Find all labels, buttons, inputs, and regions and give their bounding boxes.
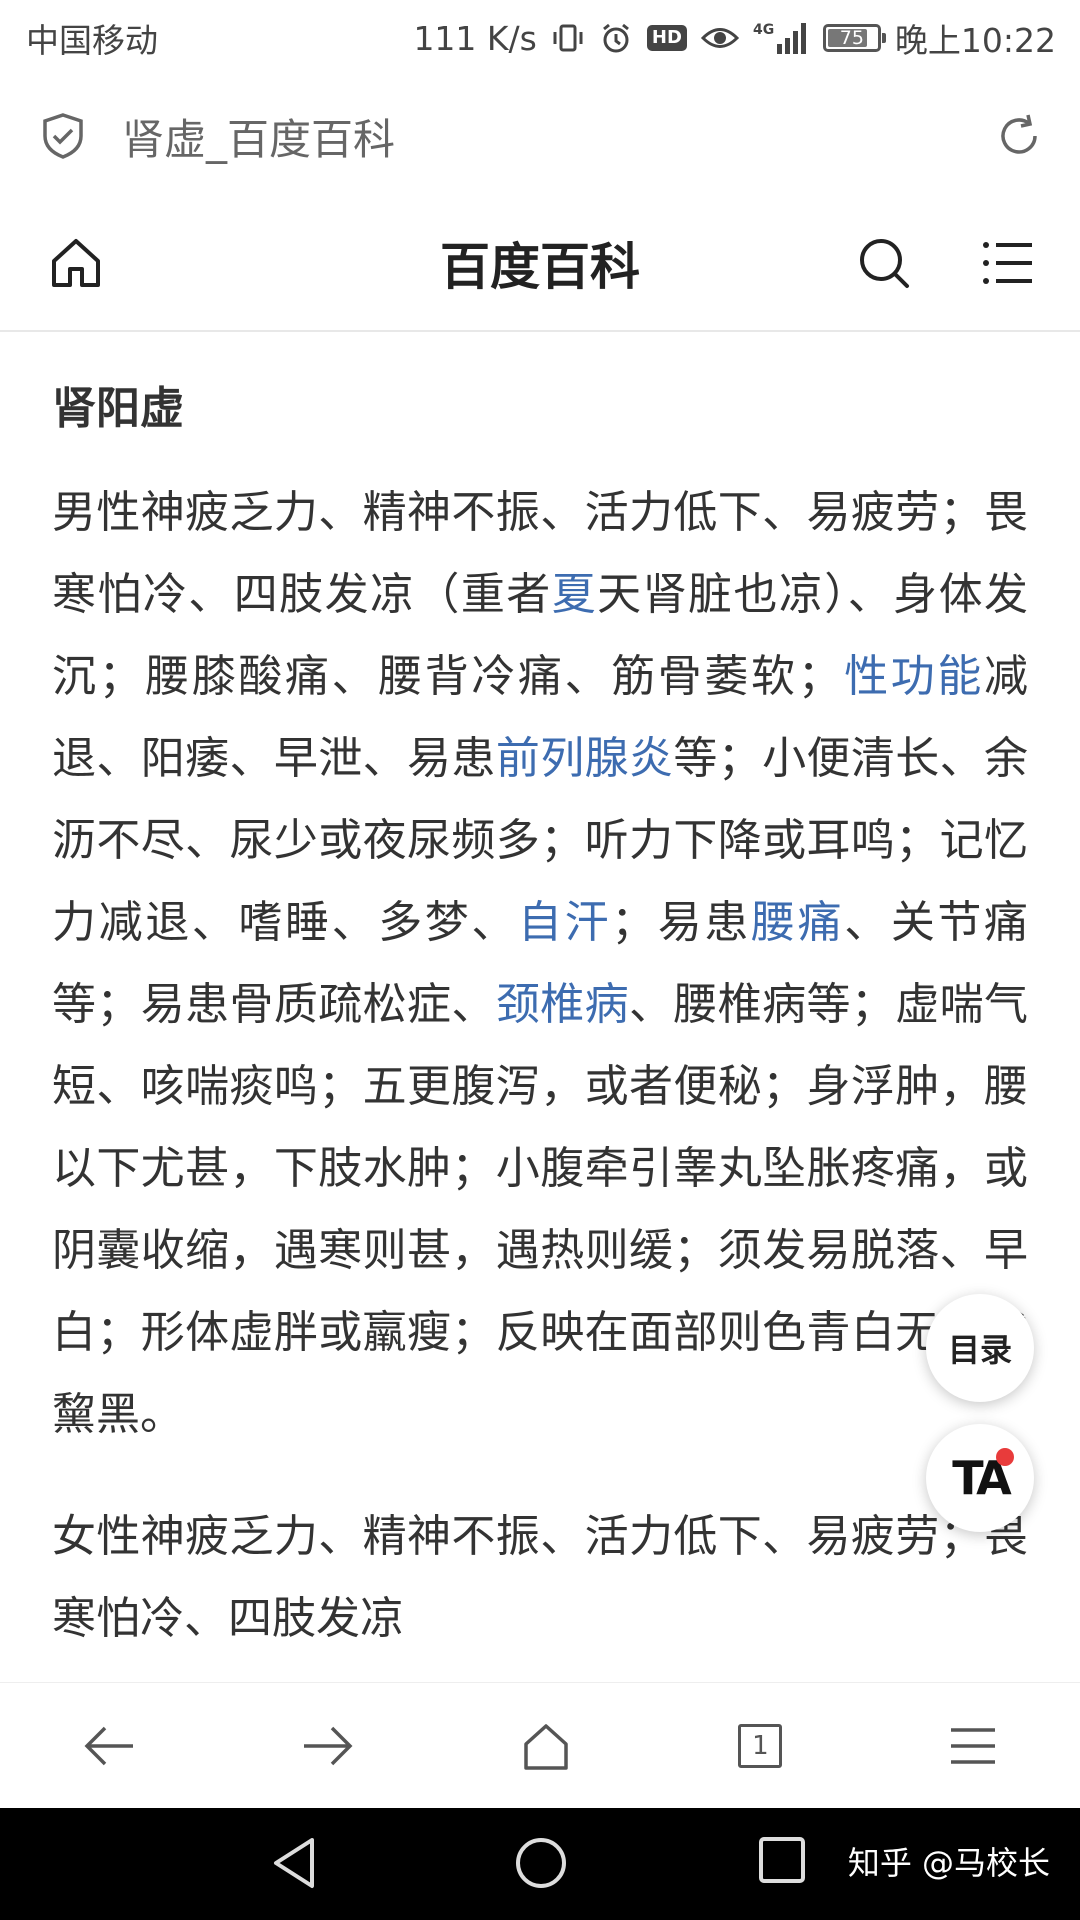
text-segment: 、腰椎病等；虚喘气短、咳喘痰鸣；五更腹泻，或者便秘；身浮肿，腰以下尤甚，下肢水肿… [52,979,1028,1440]
hd-badge: HD [646,25,687,51]
battery-level: 75 [839,27,864,49]
screen: 中国移动 111 K/s HD 4G 75 晚上10:22 肾虚_百度百科 百度… [0,0,1080,1920]
search-icon[interactable] [856,235,912,291]
eye-comfort-icon [700,23,739,53]
system-recents-icon[interactable] [758,1836,806,1884]
link-cervical-spondylosis[interactable]: 颈椎病 [496,979,629,1030]
browser-home-icon[interactable] [520,1720,572,1772]
system-home-icon[interactable] [514,1836,568,1890]
text-segment: ；易患 [611,897,752,948]
refresh-icon[interactable] [994,111,1044,161]
vibrate-icon [551,21,585,55]
paragraph-male: 男性神疲乏力、精神不振、活力低下、易疲劳；畏寒怕冷、四肢发凉（重者夏天肾脏也凉）… [52,472,1028,1456]
toc-button[interactable]: 目录 [926,1294,1034,1402]
link-sexual-function[interactable]: 性功能 [842,651,984,702]
network-type: 4G [753,22,774,38]
status-bar: 中国移动 111 K/s HD 4G 75 晚上10:22 [0,0,1080,76]
system-nav-bar: 知乎 @马校长 [0,1808,1080,1920]
forward-arrow-icon[interactable] [302,1724,354,1768]
link-prostatitis[interactable]: 前列腺炎 [496,733,674,784]
link-spontaneous-sweating[interactable]: 自汗 [518,897,611,948]
article-content: 肾阳虚 男性神疲乏力、精神不振、活力低下、易疲劳；畏寒怕冷、四肢发凉（重者夏天肾… [52,332,1028,1682]
security-shield-icon[interactable] [40,112,86,160]
signal-icon: 4G [753,20,809,56]
ta-button[interactable]: TA [926,1424,1034,1532]
section-title: 肾阳虚 [52,383,184,434]
paragraph-female: 女性神疲乏力、精神不振、活力低下、易疲劳；畏寒怕冷、四肢发凉 [52,1511,1028,1644]
menu-icon[interactable] [982,239,1034,287]
system-back-icon[interactable] [270,1836,318,1890]
link-back-pain[interactable]: 腰痛 [751,897,844,948]
clock: 晚上10:22 [894,21,1056,60]
back-arrow-icon[interactable] [83,1724,135,1768]
address-bar[interactable]: 肾虚_百度百科 [0,76,1080,196]
browser-toolbar: 1 [0,1682,1080,1808]
header-actions [856,235,1034,291]
status-indicators: 111 K/s HD 4G 75 晚上10:22 [413,14,1056,62]
tabs-button[interactable]: 1 [738,1723,783,1768]
alarm-icon [599,21,633,55]
link-xia[interactable]: 夏 [552,569,597,620]
network-speed: 111 K/s [413,18,537,58]
notification-dot [996,1448,1014,1466]
site-header: 百度百科 [0,196,1080,332]
toc-label: 目录 [947,1331,1012,1369]
tab-count: 1 [738,1723,783,1768]
page-title[interactable]: 肾虚_百度百科 [122,106,994,167]
browser-menu-icon[interactable] [949,1726,997,1766]
watermark: 知乎 @马校长 [847,1844,1050,1882]
battery-indicator: 75 [822,24,886,52]
carrier-name: 中国移动 [26,21,158,60]
home-icon[interactable] [48,235,104,291]
